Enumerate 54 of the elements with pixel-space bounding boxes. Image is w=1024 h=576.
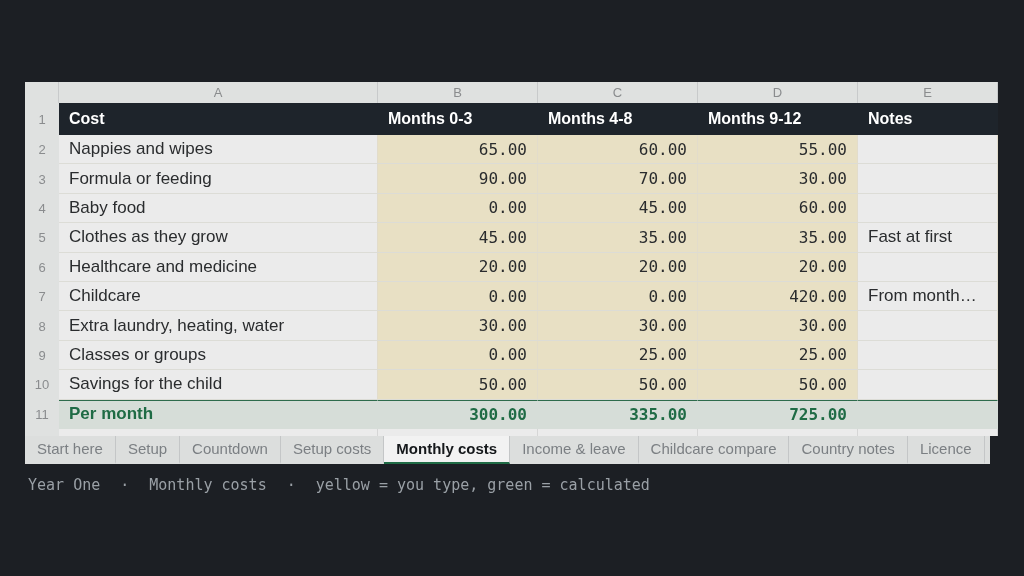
cost-label: Formula or feeding xyxy=(59,164,378,194)
cost-label: Childcare xyxy=(59,281,378,312)
header-cell: Months 9-12 xyxy=(698,103,858,135)
caption-text: Monthly costs xyxy=(149,475,267,494)
header-cell: Months 4-8 xyxy=(538,103,698,135)
cost-label: Savings for the child xyxy=(59,370,378,400)
amount-cell[interactable]: 25.00 xyxy=(538,340,698,371)
amount-cell[interactable]: 30.00 xyxy=(378,311,538,341)
amount-cell[interactable]: 25.00 xyxy=(698,340,858,371)
amount-cell[interactable]: 45.00 xyxy=(538,193,698,224)
caption-text: Year One xyxy=(28,475,101,494)
amount-cell[interactable]: 20.00 xyxy=(698,252,858,282)
amount-cell[interactable]: 30.00 xyxy=(538,311,698,341)
total-cell: 335.00 xyxy=(538,399,698,429)
amount-cell[interactable]: 35.00 xyxy=(698,223,858,253)
note-cell: From month… xyxy=(858,281,998,312)
amount-cell[interactable]: 50.00 xyxy=(378,370,538,400)
amount-cell[interactable]: 50.00 xyxy=(698,370,858,400)
total-cell: 725.00 xyxy=(698,399,858,429)
separator-dot: · xyxy=(120,475,130,494)
amount-cell[interactable]: 70.00 xyxy=(538,164,698,194)
amount-cell[interactable]: 90.00 xyxy=(378,164,538,194)
caption-text: yellow = you type, green = calculated xyxy=(315,475,650,494)
amount-cell[interactable]: 30.00 xyxy=(698,164,858,194)
amount-cell[interactable]: 45.00 xyxy=(378,223,538,253)
amount-cell[interactable]: 55.00 xyxy=(698,135,858,165)
amount-cell[interactable]: 35.00 xyxy=(538,223,698,253)
separator-dot: · xyxy=(286,475,296,494)
total-cell: 300.00 xyxy=(378,399,538,429)
amount-cell[interactable]: 0.00 xyxy=(378,193,538,224)
amount-cell[interactable]: 0.00 xyxy=(378,340,538,371)
cost-label: Nappies and wipes xyxy=(59,135,378,165)
note-cell: Fast at first xyxy=(858,223,998,253)
amount-cell[interactable]: 60.00 xyxy=(698,193,858,224)
amount-cell[interactable]: 420.00 xyxy=(698,281,858,312)
amount-cell[interactable]: 50.00 xyxy=(538,370,698,400)
amount-cell[interactable]: 0.00 xyxy=(538,281,698,312)
sheet-tab[interactable]: Monthly costs xyxy=(384,435,511,464)
cost-label: Healthcare and medicine xyxy=(59,252,378,282)
cost-label: Classes or groups xyxy=(59,340,378,371)
select-all-corner[interactable] xyxy=(25,82,59,103)
header-cell: Cost xyxy=(59,103,378,135)
amount-cell[interactable]: 20.00 xyxy=(378,252,538,282)
amount-cell[interactable]: 60.00 xyxy=(538,135,698,165)
header-cell: Notes xyxy=(858,103,998,135)
cost-label: Extra laundry, heating, water xyxy=(59,311,378,341)
total-label: Per month xyxy=(59,399,378,429)
cost-label: Clothes as they grow xyxy=(59,223,378,253)
header-cell: Months 0-3 xyxy=(378,103,538,135)
amount-cell[interactable]: 20.00 xyxy=(538,252,698,282)
amount-cell[interactable]: 30.00 xyxy=(698,311,858,341)
cost-label: Baby food xyxy=(59,193,378,224)
amount-cell[interactable]: 65.00 xyxy=(378,135,538,165)
amount-cell[interactable]: 0.00 xyxy=(378,281,538,312)
